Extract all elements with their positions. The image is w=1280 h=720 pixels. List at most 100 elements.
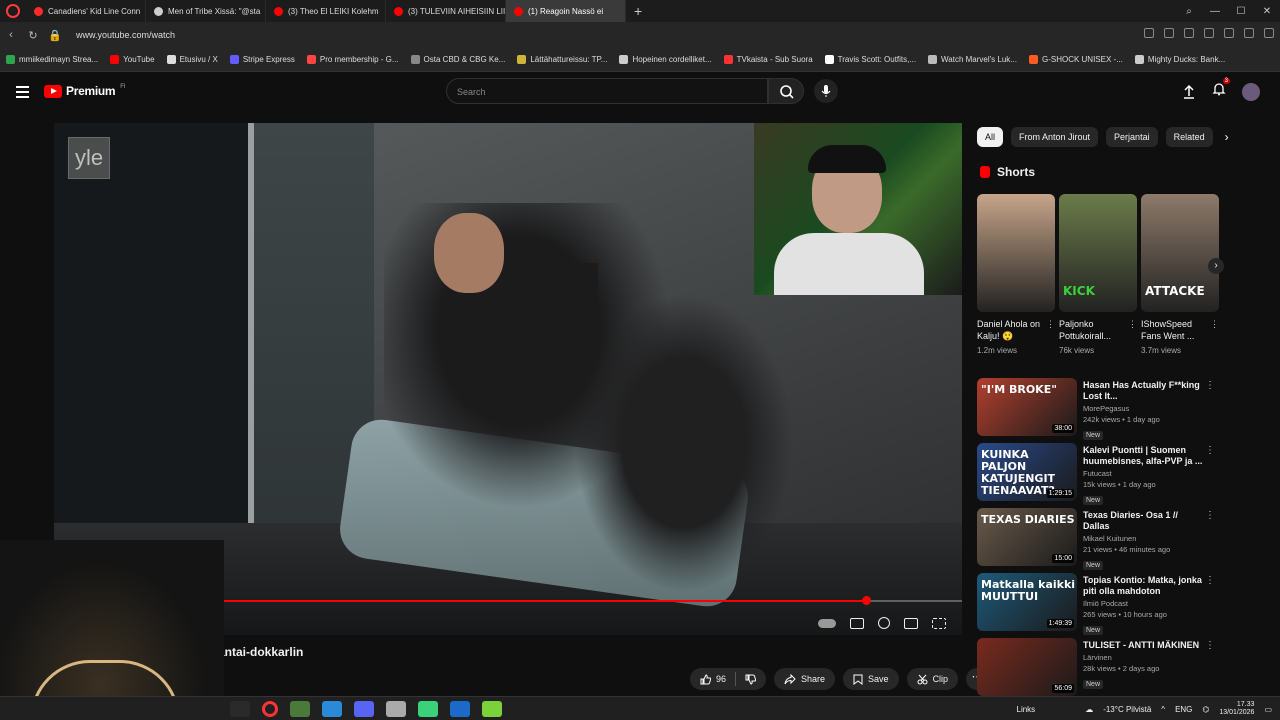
chips-next-icon[interactable]: ›	[1225, 130, 1229, 144]
bookmark-item[interactable]: TVkaista - Sub Suora	[723, 55, 813, 64]
bookmark-item[interactable]: YouTube	[110, 55, 155, 64]
bookmark-item[interactable]: mmiikedimayn Strea...	[6, 55, 98, 64]
bookmark-item[interactable]: Osta CBD & CBG Ke...	[410, 55, 505, 64]
fullscreen-icon[interactable]	[932, 617, 946, 629]
progress-bar-played[interactable]	[164, 600, 867, 602]
video-thumbnail[interactable]: "I'M BROKE" 38:00	[977, 378, 1077, 436]
video-thumbnail[interactable]: KUINKA PALJON KATUJENGIT TIENAAVAT? 1:29:…	[977, 443, 1077, 501]
bookmark-item[interactable]: Pro membership - G...	[306, 55, 399, 64]
bookmark-item[interactable]: Hopeinen cordelliket...	[619, 55, 712, 64]
links-toolbar[interactable]: Links	[1017, 705, 1036, 714]
share-button[interactable]: Share	[774, 668, 836, 690]
new-tab-button[interactable]: +	[626, 3, 650, 19]
taskbar-app-icon[interactable]	[262, 701, 278, 717]
youtube-premium-logo[interactable]: Premium FI	[44, 84, 126, 98]
taskbar-app-icon[interactable]	[418, 701, 438, 717]
video-thumbnail[interactable]: Matkalla kaikki MUUTTUI 1:49:39	[977, 573, 1077, 631]
shorts-thumbnail[interactable]	[977, 194, 1055, 312]
video-title[interactable]: Hasan Has Actually F**king Lost It...	[1083, 380, 1203, 402]
shorts-next-button[interactable]: ›	[1208, 258, 1224, 274]
minimize-button[interactable]: —	[1202, 6, 1228, 17]
back-button[interactable]: ‹	[0, 29, 22, 41]
bookmark-item[interactable]: Travis Scott: Outfits,...	[824, 55, 916, 64]
more-options-icon[interactable]: ⋮	[1205, 640, 1215, 651]
shorts-item[interactable]: KICK Paljonko Pottukoirall... ⋮ 76k views	[1059, 194, 1137, 355]
chip-from-anton-jirout[interactable]: From Anton Jirout	[1011, 127, 1099, 147]
miniplayer-icon[interactable]	[904, 617, 918, 629]
shorts-item[interactable]: Daniel Ahola on Kalju! 😲 ⋮ 1.2m views	[977, 194, 1055, 355]
menu-icon[interactable]	[1264, 28, 1274, 38]
bookmark-item[interactable]: Etusivu / X	[166, 55, 218, 64]
taskbar-app-icon[interactable]	[354, 701, 374, 717]
clip-button[interactable]: Clip	[906, 668, 959, 690]
more-options-icon[interactable]: ⋮	[1046, 318, 1055, 330]
chip-related[interactable]: Related	[1165, 127, 1213, 147]
taskbar-app-icon[interactable]	[386, 701, 406, 717]
download-icon[interactable]	[1244, 28, 1254, 38]
extension-icon[interactable]	[1184, 28, 1194, 38]
search-button[interactable]	[768, 78, 804, 104]
video-title[interactable]: Texas Diaries- Osa 1 // Dallas	[1083, 510, 1203, 532]
bookmark-star-icon[interactable]	[1224, 28, 1234, 38]
video-title[interactable]: TULISET - ANTTI MÄKINEN	[1083, 640, 1203, 651]
channel-name[interactable]: Lärvinen	[1083, 653, 1203, 662]
browser-tab[interactable]: Canadiens' Kid Line Conn	[26, 0, 146, 22]
channel-name[interactable]: Ilmiö Podcast	[1083, 599, 1203, 608]
chip-all[interactable]: All	[977, 127, 1004, 147]
extension-icon[interactable]	[1204, 28, 1214, 38]
network-icon[interactable]: ⌬	[1202, 705, 1209, 714]
bookmark-item[interactable]: Lättähattureissu: TP...	[517, 55, 607, 64]
autoplay-toggle[interactable]	[818, 618, 836, 628]
recommended-video[interactable]: TEXAS DIARIES 15:00 Texas Diaries- Osa 1 /…	[977, 508, 1217, 571]
channel-name[interactable]: Mikael Kuitunen	[1083, 534, 1203, 543]
recommended-video[interactable]: "I'M BROKE" 38:00 Hasan Has Actually F**ki…	[977, 378, 1217, 441]
clock[interactable]: 17.33 13/01/2026	[1219, 701, 1254, 717]
shorts-title[interactable]: IShowSpeed Fans Went ... ⋮	[1141, 318, 1219, 342]
browser-tab[interactable]: (3) Theo El LEIKI Kolehm	[266, 0, 386, 22]
subtitles-icon[interactable]	[850, 617, 864, 629]
shorts-title[interactable]: Paljonko Pottukoirall... ⋮	[1059, 318, 1137, 342]
more-options-icon[interactable]: ⋮	[1205, 445, 1215, 456]
recommended-video[interactable]: Matkalla kaikki MUUTTUI 1:49:39 Topias Kon…	[977, 573, 1217, 636]
channel-name[interactable]: MorePegasus	[1083, 404, 1203, 413]
browser-logo-icon[interactable]	[6, 4, 20, 18]
recommended-video[interactable]: 56:09 TULISET - ANTTI MÄKINEN Lärvinen 28k …	[977, 638, 1217, 701]
extension-icon[interactable]	[1164, 28, 1174, 38]
bookmark-item[interactable]: G-SHOCK UNISEX -...	[1028, 55, 1123, 64]
save-button[interactable]: Save	[843, 668, 899, 690]
chip-perjantai[interactable]: Perjantai	[1106, 127, 1158, 147]
menu-hamburger-icon[interactable]	[16, 86, 29, 101]
search-input[interactable]: Search	[446, 78, 768, 104]
taskbar-app-icon[interactable]	[290, 701, 310, 717]
channel-name[interactable]: Futucast	[1083, 469, 1203, 478]
like-button[interactable]: 96	[690, 668, 767, 690]
more-options-icon[interactable]: ⋮	[1205, 380, 1215, 391]
weather-text[interactable]: -13°C Pilvistä	[1103, 705, 1151, 714]
taskbar-app-icon[interactable]	[450, 701, 470, 717]
shorts-thumbnail[interactable]: KICK	[1059, 194, 1137, 312]
video-title[interactable]: Topias Kontio: Matka, jonka piti olla ma…	[1083, 575, 1203, 597]
search-tabs-icon[interactable]: ⌕	[1176, 6, 1202, 17]
browser-tab[interactable]: (3) TULEVIIN AIHEISIIN LII	[386, 0, 506, 22]
bookmark-item[interactable]: Mighty Ducks: Bank...	[1134, 55, 1225, 64]
extension-icon[interactable]	[1144, 28, 1154, 38]
avatar[interactable]	[1242, 82, 1260, 101]
url-field[interactable]: www.youtube.com/watch	[76, 30, 175, 40]
recommended-video[interactable]: KUINKA PALJON KATUJENGIT TIENAAVAT? 1:29:…	[977, 443, 1217, 506]
notification-center-icon[interactable]: ▭	[1264, 705, 1272, 714]
video-thumbnail[interactable]: TEXAS DIARIES 15:00	[977, 508, 1077, 566]
browser-tab[interactable]: Men of Tribe Xissä: "@sta	[146, 0, 266, 22]
taskbar-app-icon[interactable]	[230, 701, 250, 717]
more-options-icon[interactable]: ⋮	[1205, 575, 1215, 586]
language-indicator[interactable]: ENG	[1175, 705, 1192, 714]
shorts-title[interactable]: Daniel Ahola on Kalju! 😲 ⋮	[977, 318, 1055, 342]
more-options-icon[interactable]: ⋮	[1128, 318, 1137, 330]
shorts-thumbnail[interactable]: ATTACKE	[1141, 194, 1219, 312]
progress-bar-remaining[interactable]	[866, 600, 962, 602]
tray-chevron-icon[interactable]: ^	[1161, 705, 1165, 714]
browser-tab[interactable]: (1) Reagoin Nassö ei	[506, 0, 626, 22]
notifications-button[interactable]: 3	[1212, 78, 1230, 101]
more-options-icon[interactable]: ⋮	[1210, 318, 1219, 330]
voice-search-button[interactable]	[814, 79, 838, 103]
video-title[interactable]: Kalevi Puontti | Suomen huumebisnes, alf…	[1083, 445, 1203, 467]
